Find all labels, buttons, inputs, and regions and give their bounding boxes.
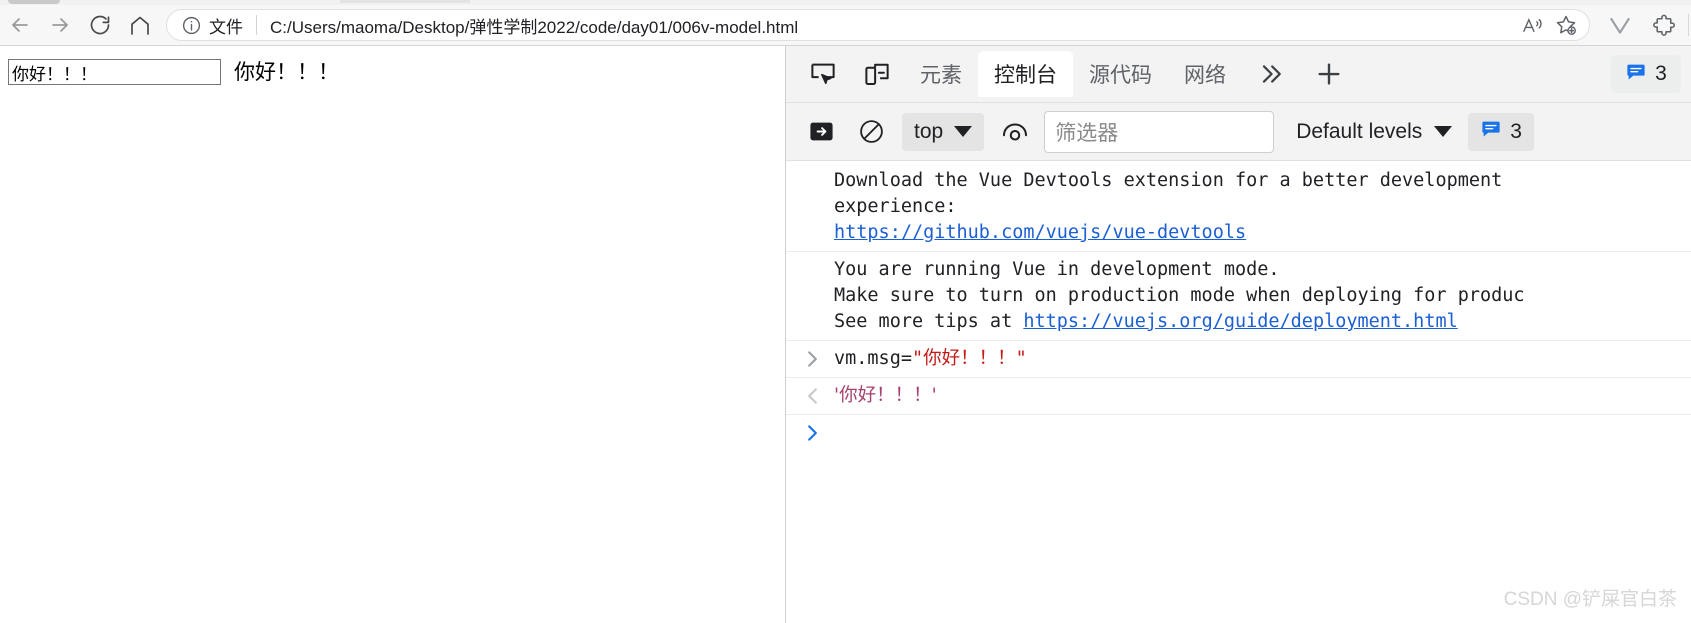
chevron-right-icon (800, 420, 824, 446)
tab-elements[interactable]: 元素 (904, 51, 978, 97)
console-command-quote-close: " (1015, 348, 1027, 369)
vue-extension-icon[interactable] (1598, 5, 1642, 45)
vue-devtools-link[interactable]: https://github.com/vuejs/vue-devtools (834, 222, 1246, 243)
console-command-quote-open: " (911, 348, 924, 369)
address-url-text[interactable]: C:/Users/maoma/Desktop/弹性学制2022/code/day… (270, 13, 1515, 38)
devtools-panel: 元素 控制台 源代码 网络 3 top 筛选器 Default levels 3… (785, 45, 1691, 623)
live-expression-icon[interactable] (990, 109, 1040, 155)
console-prompt-row[interactable] (786, 415, 1691, 441)
read-aloud-icon[interactable] (1515, 10, 1549, 40)
address-scheme-label: 文件 (209, 17, 243, 38)
message-bubble-icon (1480, 118, 1502, 145)
vue-deployment-link[interactable]: https://vuejs.org/guide/deployment.html (1023, 311, 1457, 332)
issues-count: 3 (1510, 119, 1522, 143)
device-toolbar-icon[interactable] (850, 51, 904, 97)
execution-context-label: top (914, 119, 944, 143)
extensions-icon[interactable] (1642, 5, 1686, 45)
favorite-star-icon[interactable] (1549, 10, 1583, 40)
address-bar[interactable]: 文件 C:/Users/maoma/Desktop/弹性学制2022/code/… (166, 9, 1590, 41)
console-result-row[interactable]: '你好！！！' (786, 378, 1691, 415)
log-levels-label: Default levels (1296, 119, 1423, 143)
vue-app-root: 你好！！！ (8, 59, 339, 85)
watermark-text: CSDN @铲屎官白茶 (1503, 589, 1677, 610)
chevron-double-right-icon[interactable] (1242, 51, 1300, 97)
console-message-vue-devtools[interactable]: Download the Vue Devtools extension for … (786, 163, 1691, 252)
address-divider (256, 15, 257, 35)
chevron-down-icon (1434, 126, 1453, 137)
filter-placeholder: 筛选器 (1055, 120, 1119, 145)
tab-console[interactable]: 控制台 (978, 51, 1073, 97)
tab-sources[interactable]: 源代码 (1073, 51, 1168, 97)
browser-tab-inactive[interactable] (340, 0, 470, 3)
clear-console-icon[interactable] (846, 109, 896, 155)
console-command-string: 你好！！！ (923, 348, 1016, 369)
issues-badge[interactable]: 3 (1468, 112, 1534, 151)
message-output-text: 你好！！！ (234, 59, 339, 84)
message-bubble-icon (1625, 61, 1647, 88)
issues-badge-top[interactable]: 3 (1611, 55, 1681, 93)
issues-count-top: 3 (1655, 62, 1667, 85)
forward-icon[interactable] (40, 5, 80, 45)
console-command-row[interactable]: vm.msg="你好！！！" (786, 341, 1691, 378)
browser-chrome: 文件 C:/Users/maoma/Desktop/弹性学制2022/code/… (0, 0, 1691, 45)
console-line: You are running Vue in development mode. (834, 259, 1280, 280)
execution-context-dropdown[interactable]: top (902, 112, 985, 151)
console-line: experience: (834, 196, 957, 217)
info-icon[interactable] (181, 15, 202, 36)
console-command-expression: vm.msg= (834, 348, 912, 369)
home-icon[interactable] (120, 5, 160, 45)
chevron-right-icon (800, 346, 824, 372)
console-sidebar-toggle-icon[interactable] (796, 109, 846, 155)
chevron-down-icon (954, 126, 973, 137)
filter-input[interactable]: 筛选器 (1044, 110, 1275, 153)
reload-icon[interactable] (80, 5, 120, 45)
chevron-left-icon (800, 383, 824, 409)
tab-network[interactable]: 网络 (1168, 51, 1242, 97)
browser-tab[interactable] (8, 0, 60, 4)
navigation-bar: 文件 C:/Users/maoma/Desktop/弹性学制2022/code/… (0, 5, 1691, 45)
back-icon[interactable] (0, 5, 40, 45)
log-levels-dropdown[interactable]: Default levels (1296, 119, 1453, 144)
page-viewport: 你好！！！ (0, 45, 785, 623)
console-result-value: '你好！！！' (834, 385, 937, 406)
console-line: Make sure to turn on production mode whe… (834, 285, 1525, 306)
add-panel-icon[interactable] (1300, 51, 1358, 97)
console-line-prefix: See more tips at (834, 311, 1024, 332)
console-message-dev-mode[interactable]: You are running Vue in development mode.… (786, 252, 1691, 341)
console-filter-bar: top 筛选器 Default levels 3 (786, 103, 1691, 161)
console-line: Download the Vue Devtools extension for … (834, 170, 1503, 191)
devtools-tab-bar: 元素 控制台 源代码 网络 3 (786, 46, 1691, 103)
console-message-list[interactable]: Download the Vue Devtools extension for … (786, 163, 1691, 623)
inspect-element-icon[interactable] (796, 51, 850, 97)
toolbar-divider (1688, 14, 1689, 36)
message-input[interactable] (8, 59, 221, 85)
